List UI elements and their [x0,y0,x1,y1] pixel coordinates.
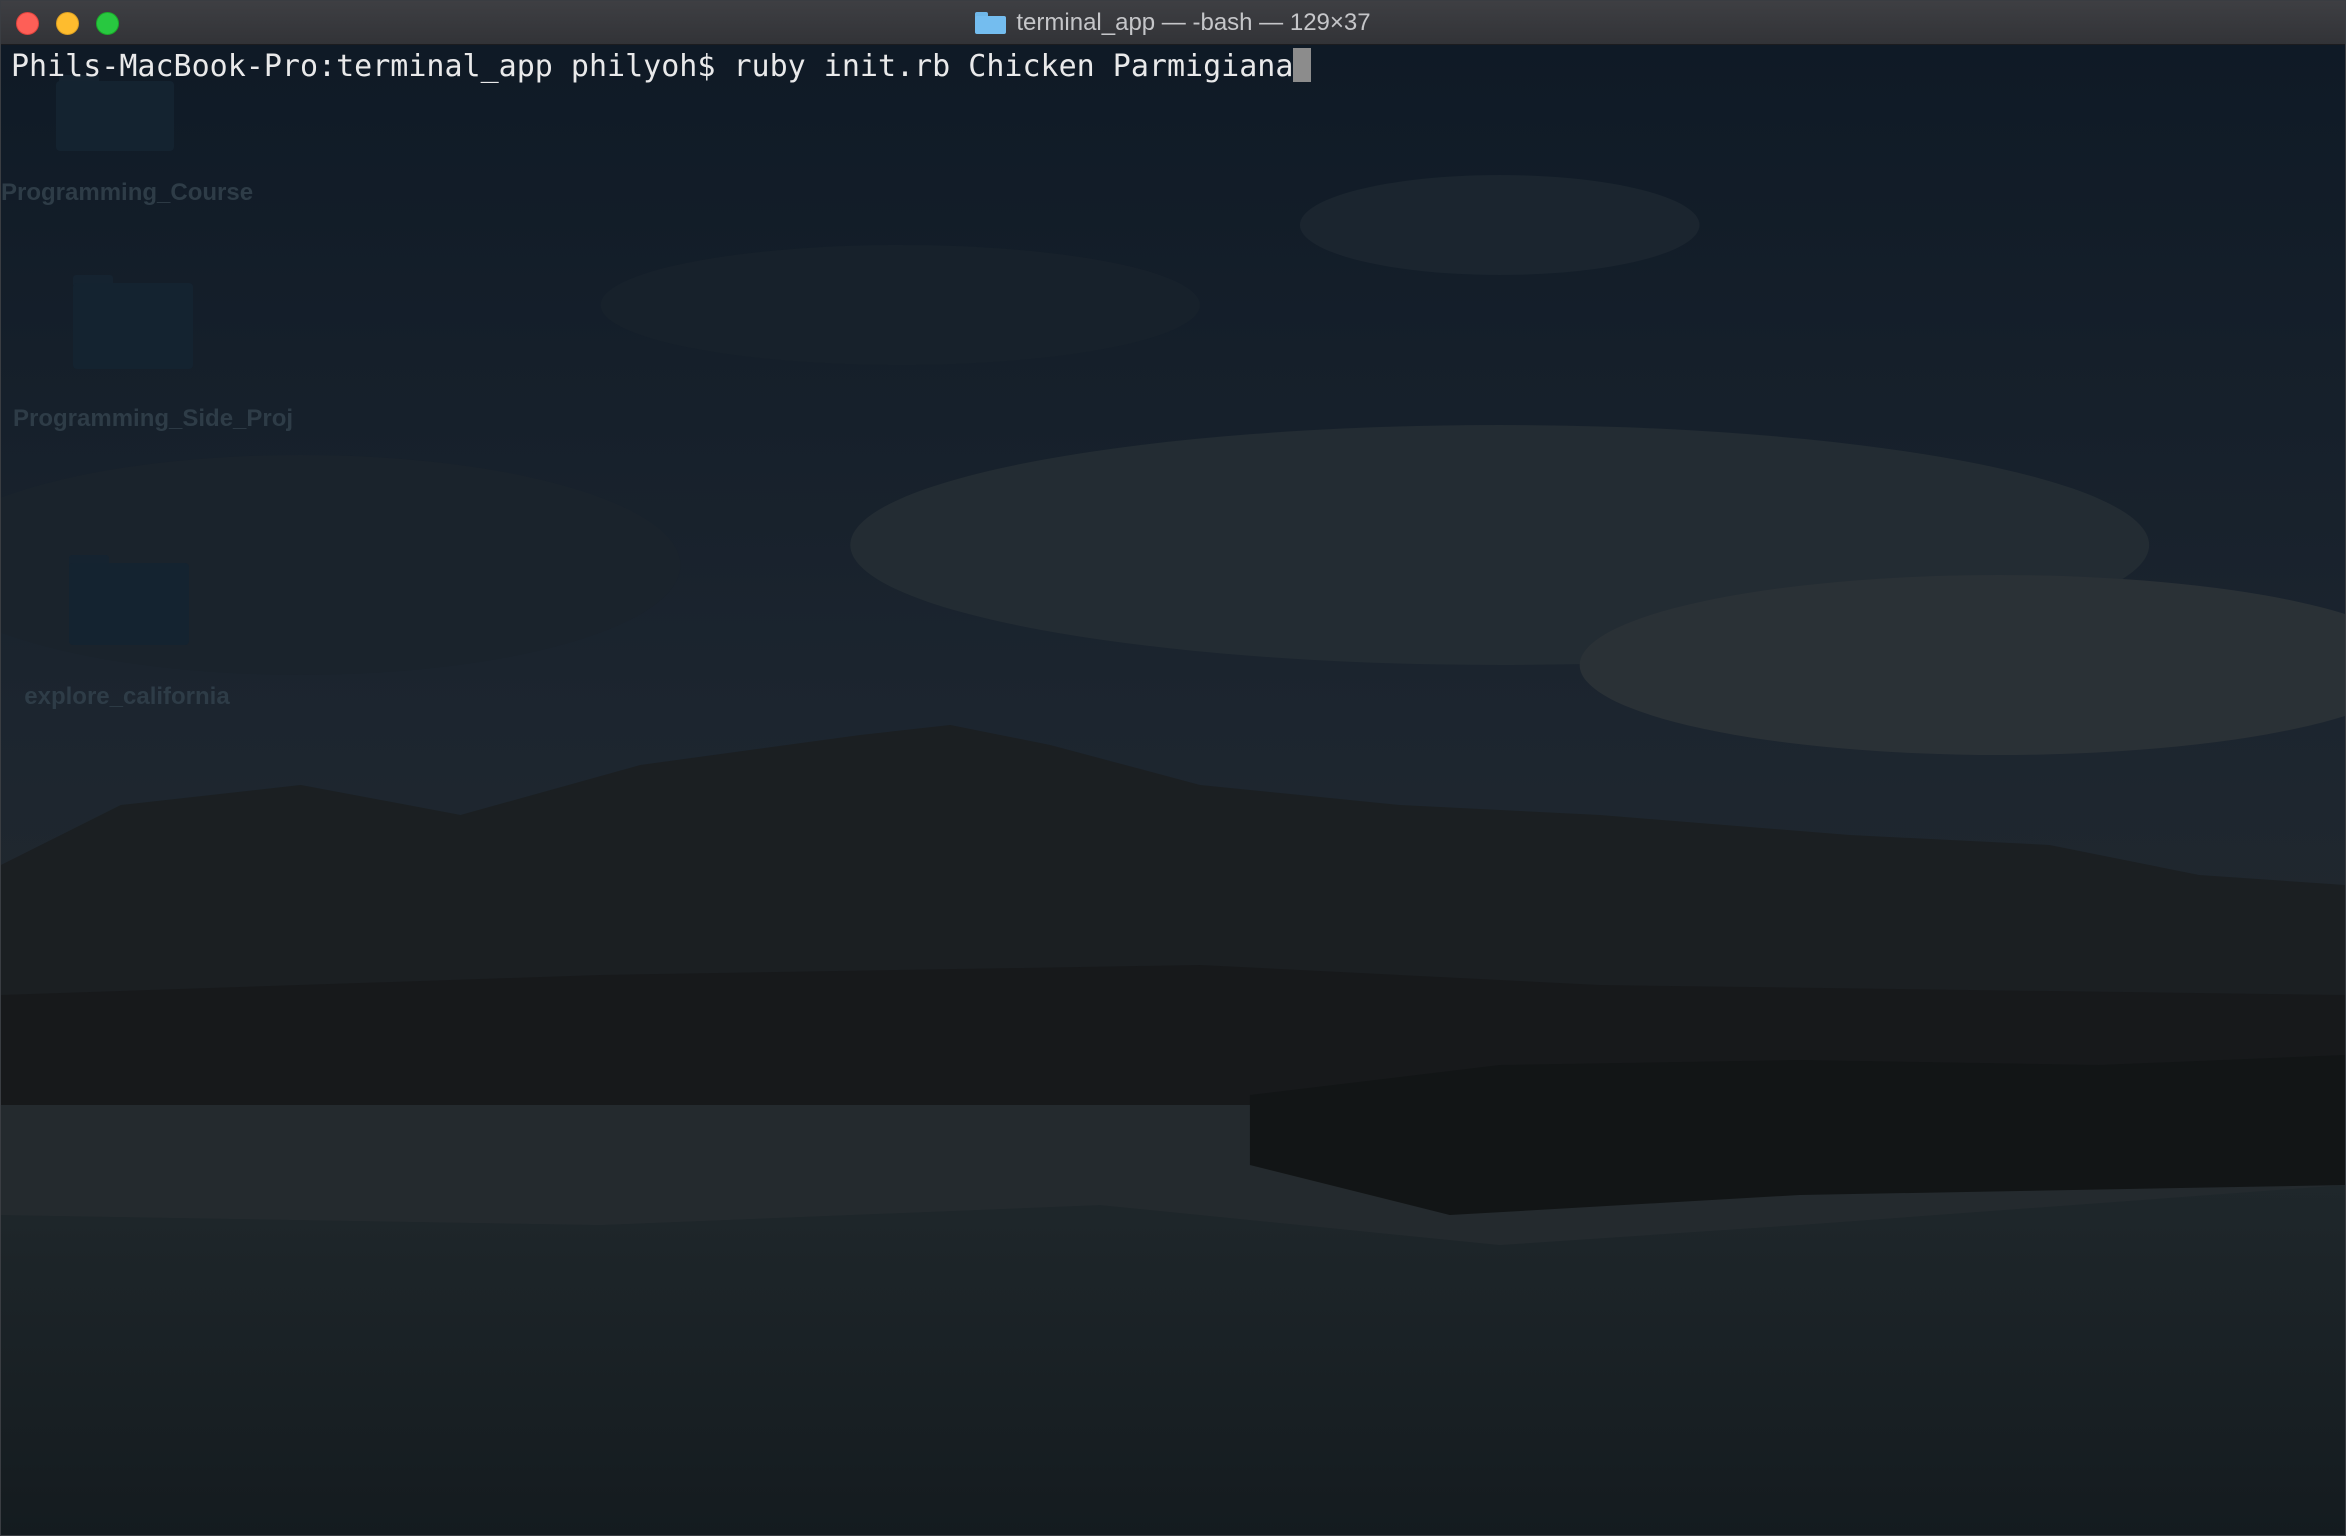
typed-command: ruby init.rb Chicken Parmigiana [733,49,1294,84]
folder-icon [69,563,189,645]
shell-prompt: Phils-MacBook-Pro:terminal_app philyoh$ [11,49,734,84]
desktop-icon-label: Programming_Course [1,179,254,206]
terminal-window: terminal_app — -bash — 129×37 Programmin… [0,0,2346,1536]
window-title-group: terminal_app — -bash — 129×37 [975,8,1371,37]
folder-icon [73,283,193,369]
desktop-icon-label: Programming_Side_Proj [13,405,294,432]
desktop-wallpaper [1,45,2345,1535]
folder-icon [56,81,174,151]
zoom-button[interactable] [96,12,119,35]
desktop-icon-label: explore_california [24,683,230,710]
desktop-folder-explore-california[interactable]: explore_california [7,555,247,765]
window-title: terminal_app — -bash — 129×37 [1016,8,1371,36]
minimize-button[interactable] [56,12,79,35]
desktop-folder-programming-side-proj[interactable]: Programming_Side_Proj [13,275,294,505]
close-button[interactable] [16,12,39,35]
traffic-lights [16,12,119,35]
folder-icon [975,11,1007,34]
text-cursor [1293,48,1312,82]
title-bar[interactable]: terminal_app — -bash — 129×37 [1,1,2345,45]
terminal-command-line[interactable]: Phils-MacBook-Pro:terminal_app philyoh$ … [11,47,1312,87]
terminal-content[interactable]: Programming_Course Programming_Side_Proj… [1,45,2345,1535]
